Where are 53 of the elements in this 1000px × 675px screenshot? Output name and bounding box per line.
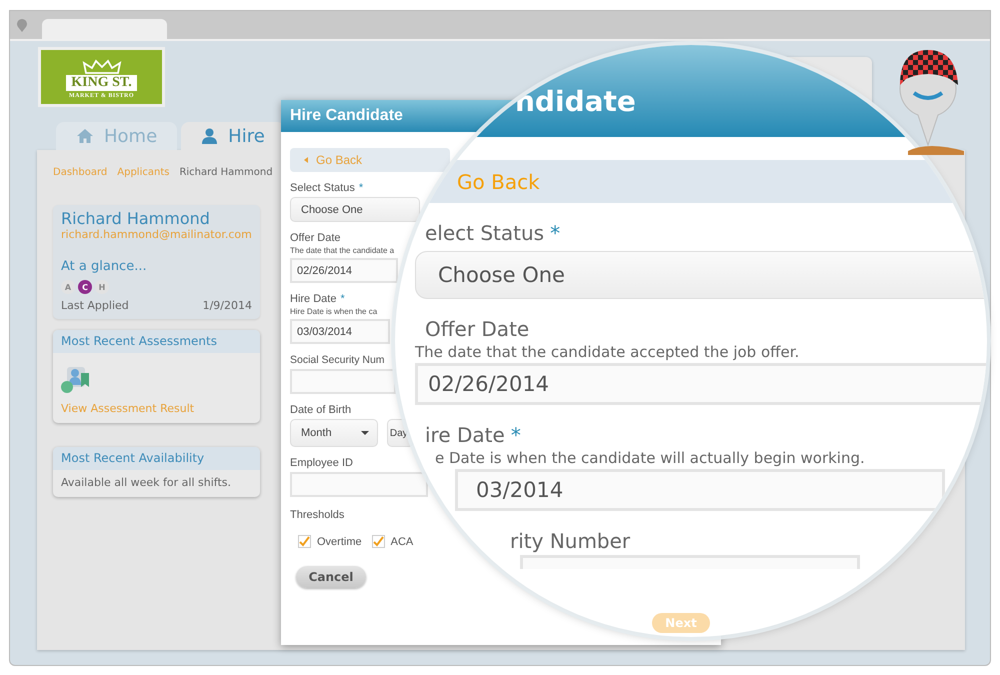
field-hint: The date that the candidate a <box>290 246 396 255</box>
logo-name: KING ST. <box>66 75 137 91</box>
field-label: ire Date <box>425 423 505 447</box>
browser-tab[interactable] <box>42 19 167 39</box>
checkbox[interactable] <box>372 535 385 548</box>
required-mark: * <box>510 423 521 447</box>
field-label: Thresholds <box>290 509 346 521</box>
month-select[interactable]: Month <box>290 419 378 447</box>
field-label: elect Status <box>425 221 544 245</box>
field-label: Date of Birth <box>290 404 352 416</box>
field-label: Hire Date <box>290 293 336 305</box>
field-label: rity Number <box>510 529 630 553</box>
home-icon <box>76 128 94 144</box>
assessment-icon <box>61 367 91 395</box>
field-hint: e Date is when the candidate will actually begin working. <box>434 449 866 467</box>
caret-icon <box>360 431 369 435</box>
pin-icon <box>16 18 28 32</box>
required-mark: * <box>358 182 364 194</box>
field-label: Last Applied <box>61 299 129 312</box>
field-label: Offer Date <box>290 232 341 244</box>
required-mark: * <box>340 293 345 305</box>
letter-badge: A <box>61 280 75 294</box>
text-field[interactable]: 03/2014 <box>455 469 945 511</box>
field-hint: Hire Date is when the ca <box>290 307 378 316</box>
person-icon <box>201 128 218 144</box>
text-field[interactable] <box>290 369 396 394</box>
field-label: Select Status <box>290 182 355 194</box>
checkbox-label: Overtime <box>317 536 362 548</box>
text-field[interactable] <box>290 472 428 497</box>
field-hint: The date that the candidate accepted the job offer. <box>415 343 800 361</box>
date-text: 1/9/2014 <box>202 299 252 312</box>
text-field[interactable]: 02/26/2014 <box>290 258 398 283</box>
field-label: Social Security Num <box>290 354 385 366</box>
letter-badge: C <box>78 280 92 294</box>
crown-icon <box>82 59 122 75</box>
checkbox[interactable] <box>298 535 311 548</box>
field-label: Employee ID <box>290 457 353 469</box>
checkbox-label: ACA <box>390 536 414 548</box>
breadcrumb-current: Richard Hammond <box>179 166 273 178</box>
availability-text: Available all week for all shifts. <box>61 476 231 489</box>
card-title: Most Recent Assessments <box>53 330 260 353</box>
card-title: Most Recent Availability <box>53 447 260 470</box>
cancel-button[interactable]: Cancel <box>296 566 366 588</box>
text-field[interactable]: 03/03/2014 <box>290 319 390 344</box>
candidate-name: Richard Hammond <box>61 209 211 228</box>
text-field[interactable]: 02/26/2014 <box>415 363 987 405</box>
required-mark: * <box>550 221 560 245</box>
text-field[interactable] <box>520 555 860 569</box>
field-label: Offer Date <box>425 317 530 341</box>
back-arrow-icon <box>304 157 308 163</box>
letter-badge: H <box>95 280 109 294</box>
status-select[interactable]: Choose One <box>290 197 420 222</box>
section-title: At a glance... <box>61 259 148 274</box>
